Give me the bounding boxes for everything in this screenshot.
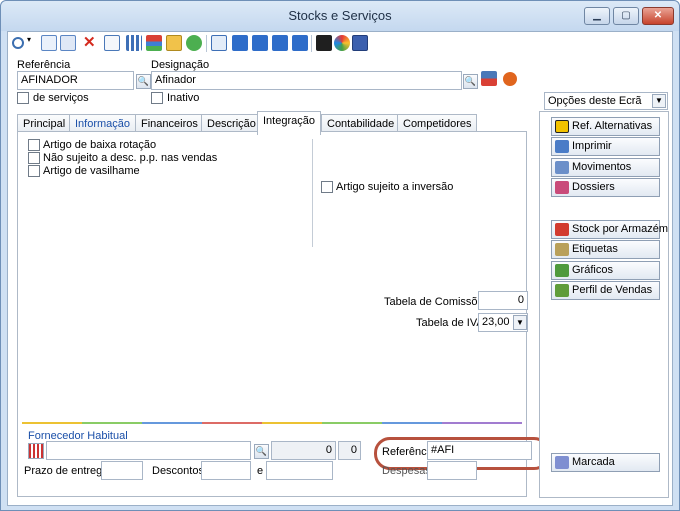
minimize-button[interactable]: ▁	[584, 7, 610, 25]
dossiers-icon	[555, 181, 569, 194]
sales-profile-icon	[555, 284, 569, 297]
inativo-checkbox[interactable]	[151, 92, 163, 104]
prazo-field[interactable]	[101, 461, 143, 480]
section-divider	[22, 422, 522, 424]
designacao-field[interactable]: Afinador	[151, 71, 462, 90]
last-record-icon[interactable]	[292, 35, 308, 51]
descontos-field-1[interactable]	[201, 461, 251, 480]
ref-alternativas-label: Ref. Alternativas	[572, 120, 653, 132]
designacao-label: Designação	[151, 59, 210, 71]
imprimir-button[interactable]: Imprimir	[551, 137, 660, 156]
dossiers-button[interactable]: Dossiers	[551, 178, 660, 197]
bookmark-icon	[555, 456, 569, 469]
first-record-icon[interactable]	[232, 35, 248, 51]
iva-label: Tabela de IVA	[416, 317, 484, 329]
perfil-de-vendas-label: Perfil de Vendas	[572, 284, 653, 296]
inativo-label: Inativo	[167, 92, 200, 104]
vasilhame-checkbox[interactable]	[28, 165, 40, 177]
inversao-checkbox[interactable]	[321, 181, 333, 193]
ref-alternativas-button[interactable]: Ref. Alternativas	[551, 117, 660, 136]
save-icon[interactable]	[352, 35, 368, 51]
grid-icon[interactable]	[126, 35, 142, 51]
refresh-icon[interactable]	[186, 35, 202, 51]
toolbar-separator	[311, 35, 312, 52]
folder-icon[interactable]	[166, 35, 182, 51]
movimentos-label: Movimentos	[572, 161, 632, 173]
stock-por-armazem-button[interactable]: Stock por Armazém	[551, 220, 668, 239]
referencia-field[interactable]: AFINADOR	[17, 71, 134, 90]
main-window: Stocks e Serviços ▁ ▢ ✕ ▾ ✕ Referência A…	[0, 0, 680, 511]
marcada-label: Marcada	[572, 456, 615, 468]
close-button[interactable]: ✕	[642, 7, 674, 25]
referencia-search-icon[interactable]: 🔍	[136, 74, 151, 89]
delete-icon[interactable]: ✕	[83, 33, 96, 51]
fornecedor-value-1: 0	[271, 441, 336, 460]
toolbar: ▾ ✕	[8, 32, 672, 56]
next-record-icon[interactable]	[272, 35, 288, 51]
marcada-button[interactable]: Marcada	[551, 453, 660, 472]
copy-icon[interactable]	[60, 35, 76, 51]
baixa-rotacao-label: Artigo de baixa rotação	[43, 139, 157, 151]
graficos-label: Gráficos	[572, 264, 613, 276]
movimentos-button[interactable]: Movimentos	[551, 158, 660, 177]
nao-sujeito-checkbox[interactable]	[28, 152, 40, 164]
previous-record-icon[interactable]	[252, 35, 268, 51]
fornecedor-value-2: 0	[338, 441, 361, 460]
dossiers-label: Dossiers	[572, 181, 615, 193]
screen-options-value: Opções deste Ecrã	[548, 95, 642, 107]
inversao-label: Artigo sujeito a inversão	[336, 181, 454, 193]
comissoes-label: Tabela de Comissões	[384, 296, 490, 308]
nao-sujeito-label: Não sujeito a desc. p.p. nas vendas	[43, 152, 218, 164]
color-wheel-icon[interactable]	[334, 35, 350, 51]
record-list-icon[interactable]	[481, 71, 497, 86]
perfil-de-vendas-button[interactable]: Perfil de Vendas	[551, 281, 660, 300]
toolbar-separator	[206, 35, 207, 52]
prazo-label: Prazo de entrega	[24, 465, 109, 477]
fornecedor-list-icon[interactable]	[28, 443, 44, 459]
movements-icon	[555, 161, 569, 174]
etiquetas-label: Etiquetas	[572, 243, 618, 255]
charts-icon	[555, 264, 569, 277]
designacao-search-icon[interactable]: 🔍	[463, 74, 478, 89]
maximize-button[interactable]: ▢	[613, 7, 639, 25]
referencia-label: Referência	[17, 59, 71, 71]
stock-por-armazem-label: Stock por Armazém	[572, 223, 668, 235]
edit-icon[interactable]	[104, 35, 120, 51]
etiquetas-button[interactable]: Etiquetas	[551, 240, 660, 259]
search-dropdown-icon[interactable]: ▾	[27, 35, 31, 44]
e-label: e	[257, 465, 264, 477]
hierarchy-icon[interactable]	[146, 35, 162, 51]
screen-options-select[interactable]: Opções deste Ecrã ▼	[544, 92, 668, 110]
descontos-field-2[interactable]	[266, 461, 333, 480]
search-icon[interactable]	[12, 37, 24, 49]
servicos-checkbox[interactable]	[17, 92, 29, 104]
chevron-down-icon[interactable]: ▼	[652, 94, 666, 108]
fornecedor-search-icon[interactable]: 🔍	[254, 444, 269, 459]
remove-icon[interactable]	[503, 72, 517, 86]
warehouse-stock-icon	[555, 223, 569, 236]
window-title: Stocks e Serviços	[288, 8, 392, 23]
online-icon[interactable]	[316, 35, 332, 51]
title-bar[interactable]: Stocks e Serviços ▁ ▢ ✕	[1, 1, 679, 31]
descontos-label: Descontos	[152, 465, 204, 477]
labels-icon	[555, 243, 569, 256]
form-client-area: ▾ ✕ Referência AFINADOR 🔍 Designação Afi…	[7, 31, 673, 506]
panel-divider	[312, 139, 313, 247]
graficos-button[interactable]: Gráficos	[551, 261, 660, 280]
servicos-label: de serviços	[33, 92, 89, 104]
despesas-field[interactable]	[427, 461, 477, 480]
tab-integracao[interactable]: Integração	[257, 111, 321, 135]
comissoes-field[interactable]: 0	[478, 291, 528, 310]
preview-icon[interactable]	[211, 35, 227, 51]
printer-icon	[555, 140, 569, 153]
iva-dropdown-icon[interactable]: ▼	[513, 315, 527, 330]
new-document-icon[interactable]	[41, 35, 57, 51]
ref-alternatives-icon	[555, 120, 569, 133]
despesas-label: Despesas	[382, 465, 431, 477]
fornecedor-field[interactable]	[46, 441, 251, 460]
baixa-rotacao-checkbox[interactable]	[28, 139, 40, 151]
imprimir-label: Imprimir	[572, 140, 612, 152]
vasilhame-label: Artigo de vasilhame	[43, 165, 140, 177]
